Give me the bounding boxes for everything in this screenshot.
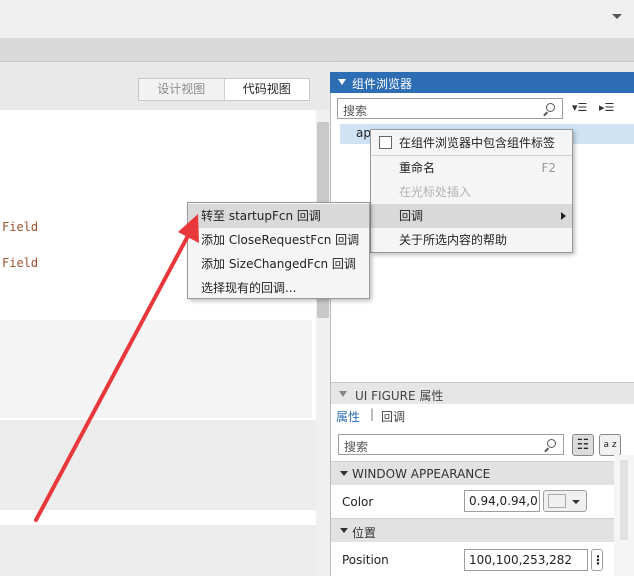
tab-divider: |	[370, 407, 375, 421]
component-browser-title: 组件浏览器	[352, 77, 413, 91]
color-value-field[interactable]: 0.94,0.94,0.94	[464, 490, 540, 512]
menu-item-label: 关于所选内容的帮助	[399, 233, 508, 247]
toolstrip-ribbon	[0, 38, 634, 62]
menu-item-callbacks[interactable]: 回调	[371, 204, 572, 228]
code-line: Field	[2, 220, 39, 234]
section-window-appearance[interactable]: WINDOW APPEARANCE	[331, 461, 614, 485]
component-browser-header[interactable]: 组件浏览器	[330, 72, 634, 93]
expand-all-icon[interactable]: ▾☰	[572, 101, 587, 114]
submenu-arrow-icon	[561, 212, 566, 220]
shortcut-label: F2	[541, 161, 556, 175]
menu-item-label: 在光标处插入	[399, 185, 472, 199]
sort-alpha-button[interactable]: a z	[599, 434, 621, 456]
menu-item-label: 重命名	[399, 161, 436, 175]
position-value-field[interactable]: 100,100,253,282	[464, 549, 588, 571]
group-view-button[interactable]: ☷	[572, 434, 594, 456]
more-options-icon[interactable]: ⋮	[591, 549, 604, 571]
search-placeholder: 搜索	[343, 104, 368, 118]
menu-item-rename[interactable]: 重命名 F2	[371, 156, 572, 180]
menu-item-label: 在组件浏览器中包含组件标签	[399, 136, 556, 150]
code-editable-line[interactable]	[0, 512, 312, 524]
menu-item-goto-startupfcn[interactable]: 转至 startupFcn 回调	[188, 204, 369, 228]
search-icon	[547, 439, 556, 448]
view-toggle: 设计视图 代码视图	[138, 78, 310, 101]
position-label: Position	[342, 553, 389, 567]
tab-callbacks[interactable]: 回调	[381, 408, 405, 425]
checkbox[interactable]	[379, 136, 392, 149]
search-placeholder: 搜索	[344, 440, 369, 454]
color-picker-button[interactable]	[543, 490, 587, 512]
tab-code-view[interactable]: 代码视图	[223, 79, 309, 100]
menu-item-choose-existing[interactable]: 选择现有的回调...	[188, 276, 369, 300]
collapse-triangle-icon[interactable]	[340, 471, 348, 476]
code-readonly-block	[0, 320, 312, 418]
section-position[interactable]: 位置	[331, 518, 614, 542]
tab-properties[interactable]: 属性	[336, 408, 360, 425]
menu-item-help[interactable]: 关于所选内容的帮助	[371, 228, 572, 252]
browser-search-input[interactable]: 搜索	[337, 98, 563, 119]
code-readonly-block	[0, 525, 316, 576]
callback-submenu: 转至 startupFcn 回调 添加 CloseRequestFcn 回调 添…	[187, 202, 370, 299]
context-menu: 在组件浏览器中包含组件标签 重命名 F2 在光标处插入 回调 关于所选内容的帮助	[370, 129, 573, 253]
color-swatch	[548, 494, 566, 508]
property-inspector-title: UI FIGURE 属性	[355, 389, 444, 403]
collapse-all-icon[interactable]: ▸☰	[599, 101, 614, 114]
tab-design-view[interactable]: 设计视图	[139, 79, 224, 100]
chevron-down-icon	[572, 500, 580, 504]
property-search-input[interactable]: 搜索	[338, 434, 564, 455]
collapse-triangle-icon[interactable]	[339, 391, 347, 397]
section-label: WINDOW APPEARANCE	[352, 467, 491, 481]
property-inspector-header[interactable]: UI FIGURE 属性	[331, 382, 634, 404]
menu-item-add-sizechangedfcn[interactable]: 添加 SizeChangedFcn 回调	[188, 252, 369, 276]
list-group-icon: ☷	[576, 437, 590, 453]
code-line: Field	[2, 256, 39, 270]
menu-item-label: 回调	[399, 209, 424, 223]
search-icon	[546, 103, 555, 112]
code-readonly-block	[0, 420, 316, 510]
tree-item-label: ap	[356, 126, 371, 140]
color-label: Color	[342, 495, 374, 509]
sort-az-icon: a z	[603, 440, 617, 450]
collapse-toolstrip-icon[interactable]	[612, 14, 622, 19]
collapse-triangle-icon[interactable]	[340, 528, 348, 533]
menu-item-include-labels[interactable]: 在组件浏览器中包含组件标签	[371, 131, 572, 155]
toolstrip	[0, 0, 634, 38]
property-scrollbar-thumb[interactable]	[620, 460, 628, 540]
collapse-triangle-icon[interactable]	[338, 79, 346, 85]
section-label: 位置	[352, 526, 377, 540]
menu-item-insert-at-cursor: 在光标处插入	[371, 180, 572, 204]
menu-item-add-closerequestfcn[interactable]: 添加 CloseRequestFcn 回调	[188, 228, 369, 252]
